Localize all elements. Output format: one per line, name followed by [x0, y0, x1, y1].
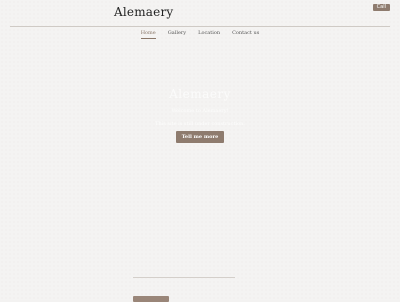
hero-subtitle: This site is still under construction.: [155, 121, 245, 127]
page: Alemaery Call Home Gallery Location Cont…: [0, 0, 400, 302]
nav-item-home[interactable]: Home: [140, 30, 156, 39]
footer-button-partial[interactable]: [133, 296, 169, 302]
nav-item-gallery[interactable]: Gallery: [168, 30, 186, 39]
call-button[interactable]: Call: [372, 4, 390, 11]
nav-item-location[interactable]: Location: [198, 30, 220, 39]
tell-me-more-button[interactable]: Tell me more: [176, 131, 224, 143]
hero-section: Alemaery Welcome to Alemaery! This site …: [0, 40, 400, 280]
hero-welcome-text: Welcome to Alemaery!: [171, 108, 229, 114]
main-nav: Home Gallery Location Contact us: [0, 30, 400, 39]
hero-title: Alemaery: [169, 87, 231, 101]
site-brand[interactable]: Alemaery: [114, 5, 173, 19]
header-divider: [10, 26, 390, 27]
site-header: Alemaery Call: [0, 0, 400, 26]
nav-item-contact-us[interactable]: Contact us: [232, 30, 259, 39]
section-divider: [133, 277, 235, 278]
